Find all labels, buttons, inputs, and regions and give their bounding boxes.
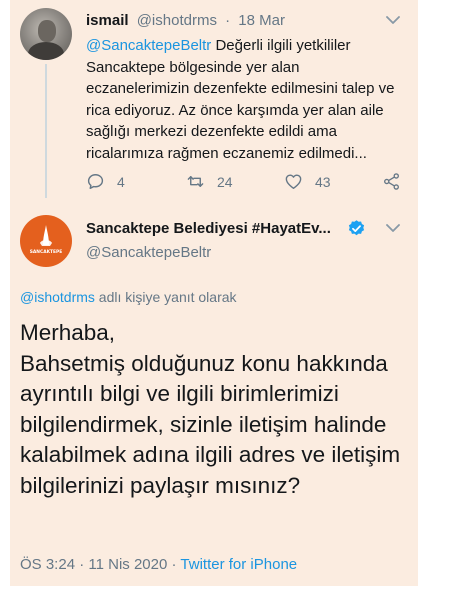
sancaktepe-logo-icon: SANCAKTEPE [30, 225, 62, 255]
reply-button[interactable]: 4 [86, 172, 125, 191]
share-icon [384, 173, 399, 190]
tweet-actions: 4 24 43 [86, 172, 406, 194]
reply-count: 4 [117, 173, 125, 190]
separator: · [79, 556, 85, 573]
reply-to-label: adlı kişiye yanıt olarak [94, 289, 237, 305]
retweet-icon [187, 176, 204, 187]
display-name[interactable]: ismail [86, 12, 129, 29]
mention-link[interactable]: @SancaktepeBeltr [86, 37, 211, 54]
avatar-body [28, 42, 64, 60]
verified-badge-icon [348, 220, 365, 236]
separator: · [171, 556, 177, 573]
thread-connector-line [45, 64, 47, 198]
tweet-text-content: Değerli ilgili yetkililer Sancaktepe böl… [86, 37, 395, 162]
tweet-date[interactable]: 18 Mar [238, 12, 285, 29]
tweet-text: Merhaba, Bahsetmiş olduğunuz konu hakkın… [20, 320, 401, 498]
like-count: 43 [315, 173, 331, 190]
handle[interactable]: @SancaktepeBeltr [86, 244, 211, 261]
logo-text: SANCAKTEPE [30, 249, 62, 255]
chevron-down-icon[interactable] [386, 15, 400, 25]
avatar[interactable] [20, 8, 72, 60]
heart-icon [285, 174, 302, 189]
share-button[interactable] [382, 172, 413, 191]
tweet-text: @SancaktepeBeltr Değerli ilgili yetkilil… [86, 35, 406, 164]
retweet-count: 24 [217, 173, 233, 190]
tweet-date[interactable]: 11 Nis 2020 [88, 556, 167, 573]
reply-context: @ishotdrms adlı kişiye yanıt olarak [20, 289, 237, 305]
display-name[interactable]: Sancaktepe Belediyesi #HayatEv... [86, 220, 331, 237]
like-button[interactable]: 43 [284, 172, 331, 191]
chevron-down-icon[interactable] [386, 223, 400, 233]
avatar-face [38, 20, 56, 42]
reply-icon [87, 174, 104, 190]
reply-to-mention[interactable]: @ishotdrms [20, 289, 95, 305]
tweet-footer: ÖS 3:24 · 11 Nis 2020 · Twitter for iPho… [20, 556, 297, 573]
handle[interactable]: @ishotdrms [137, 12, 217, 29]
tweet-header: ismail @ishotdrms · 18 Mar [86, 12, 285, 29]
retweet-button[interactable]: 24 [186, 172, 233, 191]
brand-avatar[interactable]: SANCAKTEPE [20, 215, 72, 267]
tweet-source-link[interactable]: Twitter for iPhone [180, 556, 297, 573]
separator: · [225, 12, 231, 29]
tweet-time[interactable]: ÖS 3:24 [20, 556, 75, 573]
